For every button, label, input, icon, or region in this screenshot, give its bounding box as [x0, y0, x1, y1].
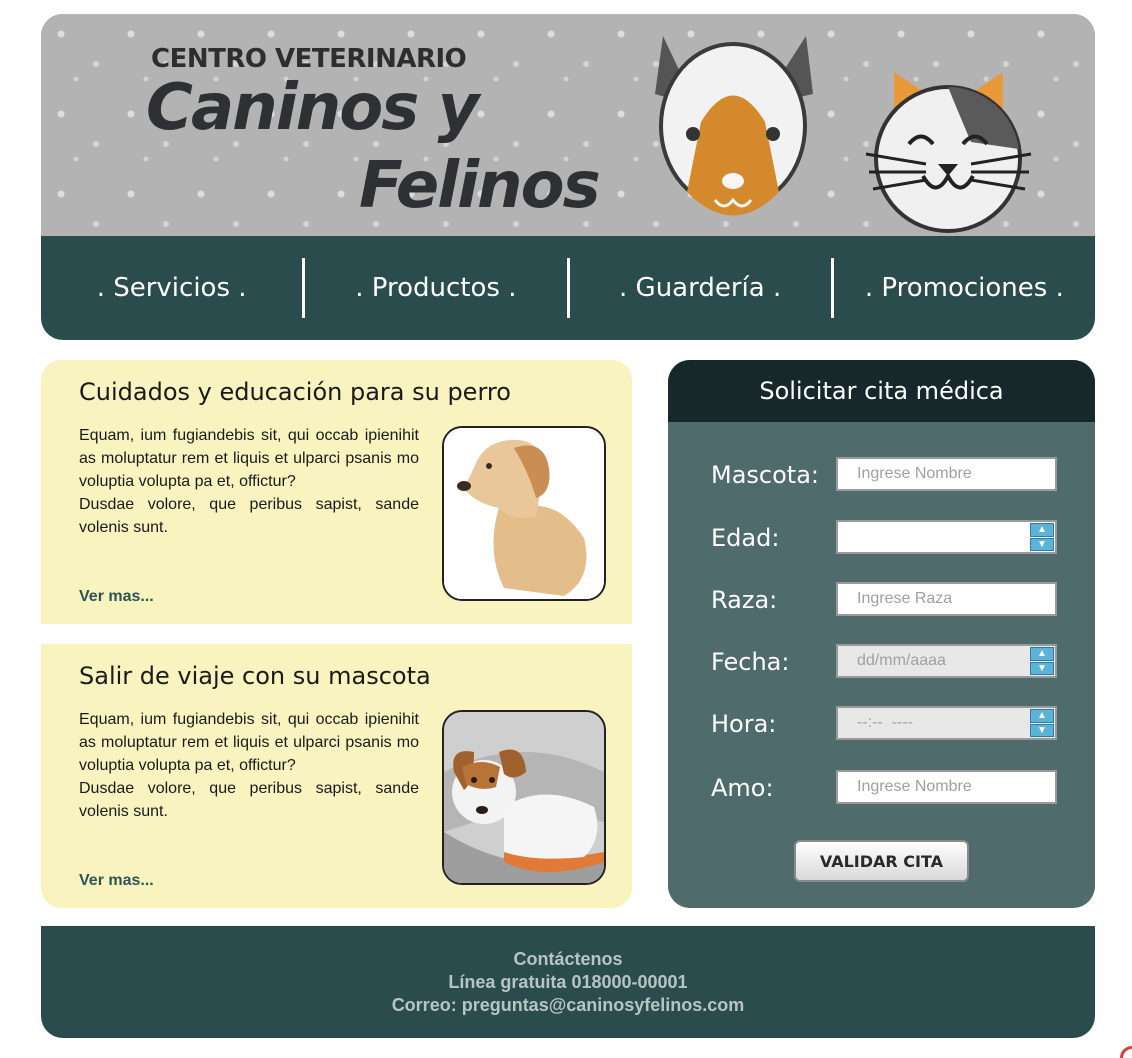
field-label: Amo:	[711, 774, 774, 802]
time-placeholder: --:-- ----	[857, 714, 913, 731]
dog-and-cat-mascot-icon	[655, 36, 1032, 233]
nav-item-promociones[interactable]: . Promociones .	[834, 273, 1095, 303]
brand-name-second-line: Felinos	[359, 149, 601, 223]
dog-icon	[655, 36, 813, 216]
brand-name: Caninos y	[146, 71, 479, 145]
pet-name-input[interactable]: Ingrese Nombre	[836, 457, 1057, 491]
field-label: Hora:	[711, 710, 777, 738]
article-text: Equam, ium fugiandebis sit, qui occab ip…	[79, 427, 419, 536]
field-label: Raza:	[711, 586, 778, 614]
puppy-in-bed-photo	[442, 710, 606, 885]
date-placeholder: dd/mm/aaaa	[857, 652, 946, 669]
validate-appointment-button[interactable]: VALIDAR CITA	[794, 840, 969, 882]
site-header: CENTRO VETERINARIO Caninos y Felinos . S…	[41, 14, 1095, 340]
form-row-mascota: Mascota: Ingrese Nombre	[711, 457, 1061, 493]
chevron-up-icon[interactable]: ▲	[1030, 709, 1054, 723]
read-more-link[interactable]: Ver mas...	[79, 872, 154, 890]
nav-item-guarderia[interactable]: . Guardería .	[570, 273, 831, 303]
date-input[interactable]: dd/mm/aaaa ▲ ▼	[836, 644, 1057, 678]
footer-email: Correo: preguntas@caninosyfelinos.com	[391, 994, 745, 1015]
corner-marker	[1120, 1046, 1132, 1058]
chevron-down-icon[interactable]: ▼	[1030, 661, 1054, 675]
site-footer: Contáctenos Línea gratuita 018000-00001 …	[41, 926, 1095, 1038]
article-title: Salir de viaje con su mascota	[79, 662, 431, 690]
puppy-photo	[442, 426, 606, 601]
chevron-down-icon[interactable]: ▼	[1030, 537, 1054, 551]
article-card: Salir de viaje con su mascota Equam, ium…	[41, 644, 632, 908]
brand-tagline: CENTRO VETERINARIO	[151, 44, 467, 74]
article-text: Equam, ium fugiandebis sit, qui occab ip…	[79, 711, 419, 820]
article-card: Cuidados y educación para su perro Equam…	[41, 360, 632, 624]
nav-item-productos[interactable]: . Productos .	[305, 273, 566, 303]
jack-russell-puppy-icon	[444, 712, 604, 883]
breed-input[interactable]: Ingrese Raza	[836, 582, 1057, 616]
time-spinner[interactable]: ▲ ▼	[1030, 709, 1054, 737]
chevron-up-icon[interactable]: ▲	[1030, 647, 1054, 661]
form-title: Solicitar cita médica	[668, 360, 1095, 422]
form-row-hora: Hora: --:-- ---- ▲ ▼	[711, 706, 1061, 742]
date-spinner[interactable]: ▲ ▼	[1030, 647, 1054, 675]
appointment-form: Solicitar cita médica Mascota: Ingrese N…	[668, 360, 1095, 908]
field-label: Edad:	[711, 524, 780, 552]
nav-item-servicios[interactable]: . Servicios .	[41, 273, 302, 303]
read-more-link[interactable]: Ver mas...	[79, 588, 154, 606]
age-number-input[interactable]: ▲ ▼	[836, 520, 1057, 554]
form-row-amo: Amo: Ingrese Nombre	[711, 770, 1061, 806]
form-row-fecha: Fecha: dd/mm/aaaa ▲ ▼	[711, 644, 1061, 680]
form-row-edad: Edad: ▲ ▼	[711, 520, 1061, 556]
chevron-up-icon[interactable]: ▲	[1030, 523, 1054, 537]
field-label: Mascota:	[711, 461, 819, 489]
age-spinner[interactable]: ▲ ▼	[1030, 523, 1054, 551]
main-nav: . Servicios . . Productos . . Guardería …	[41, 236, 1095, 340]
cat-icon	[865, 72, 1032, 233]
form-row-raza: Raza: Ingrese Raza	[711, 582, 1061, 618]
footer-phone: Línea gratuita 018000-00001	[448, 971, 688, 992]
article-title: Cuidados y educación para su perro	[79, 378, 511, 406]
header-banner: CENTRO VETERINARIO Caninos y Felinos	[41, 14, 1095, 236]
chevron-down-icon[interactable]: ▼	[1030, 723, 1054, 737]
labrador-puppy-icon	[444, 428, 604, 599]
owner-name-input[interactable]: Ingrese Nombre	[836, 770, 1057, 804]
field-label: Fecha:	[711, 648, 790, 676]
footer-contact-heading: Contáctenos	[513, 948, 623, 969]
time-input[interactable]: --:-- ---- ▲ ▼	[836, 706, 1057, 740]
